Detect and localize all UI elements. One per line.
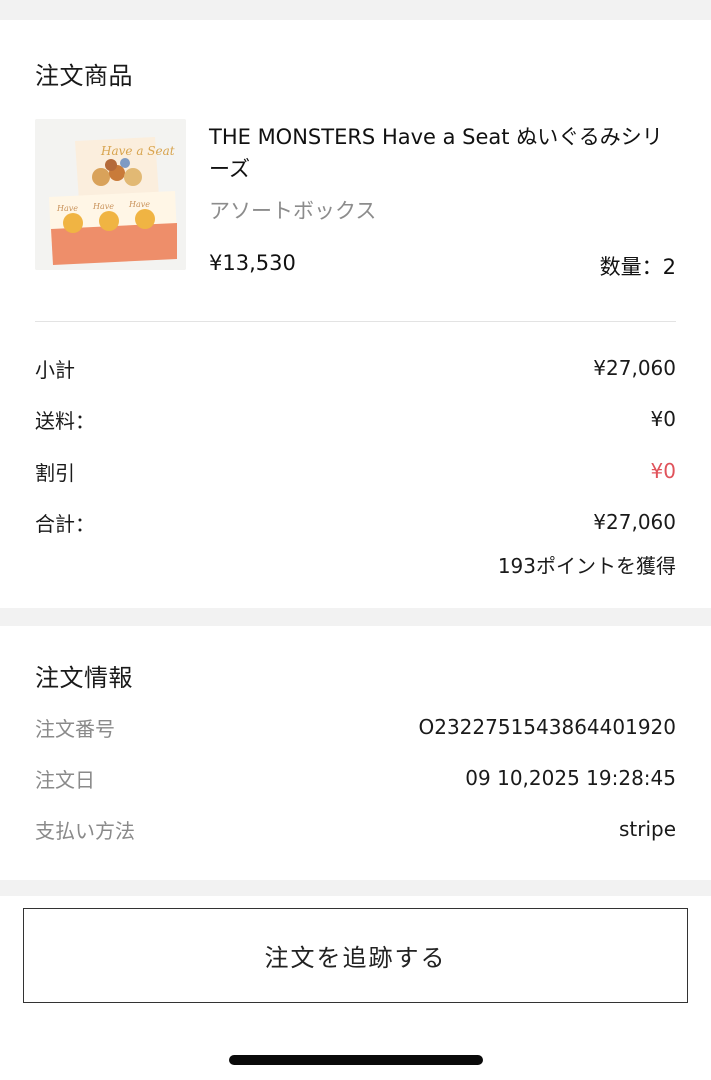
- top-gap: [0, 0, 711, 20]
- total-value: ¥27,060: [593, 510, 676, 534]
- order-number-value[interactable]: O2322751543864401920: [418, 715, 676, 739]
- discount-value: ¥0: [650, 459, 676, 483]
- points-earned: 193ポイントを獲得: [497, 554, 676, 578]
- shipping-label: 送料：: [35, 408, 95, 433]
- payment-method-label: 支払い方法: [35, 818, 135, 843]
- order-info-title: 注文情報: [35, 664, 133, 692]
- payment-method-value: stripe: [618, 817, 676, 841]
- order-info-section: 注文情報 注文番号 O2322751543864401920 注文日 09 10…: [0, 626, 711, 880]
- home-indicator[interactable]: [229, 1055, 483, 1065]
- total-row: 合計： ¥27,060: [35, 507, 676, 537]
- bottom-gap: [0, 880, 711, 896]
- order-date-row: 注文日 09 10,2025 19:28:45: [35, 763, 676, 793]
- order-items-section: 注文商品 Have a Seat Have Have Have THE MONS…: [0, 20, 711, 608]
- product-price: ¥13,530: [209, 251, 296, 275]
- order-date-value: 09 10,2025 19:28:45: [465, 766, 676, 790]
- subtotal-row: 小計 ¥27,060: [35, 353, 676, 383]
- section-gap: [0, 608, 711, 626]
- subtotal-label: 小計: [35, 357, 75, 382]
- product-box-image: Have a Seat Have Have Have: [35, 119, 186, 270]
- svg-text:Have: Have: [128, 200, 150, 209]
- subtotal-value: ¥27,060: [593, 356, 676, 380]
- discount-label: 割引: [35, 460, 75, 485]
- shipping-row: 送料： ¥0: [35, 404, 676, 434]
- order-number-label: 注文番号: [35, 716, 115, 741]
- product-quantity: 数量：2: [599, 255, 676, 279]
- svg-text:Have: Have: [92, 202, 114, 211]
- track-order-button[interactable]: 注文を追跡する: [23, 908, 688, 1003]
- order-date-label: 注文日: [35, 767, 95, 792]
- order-number-row: 注文番号 O2322751543864401920: [35, 712, 676, 742]
- product-variant: アソートボックス: [209, 199, 377, 223]
- product-name[interactable]: THE MONSTERS Have a Seat ぬいぐるみシリーズ: [209, 121, 669, 185]
- shipping-value: ¥0: [650, 407, 676, 431]
- product-thumbnail[interactable]: Have a Seat Have Have Have: [35, 119, 186, 270]
- product-item[interactable]: Have a Seat Have Have Have THE MONSTERS …: [35, 119, 676, 279]
- svg-text:Have: Have: [56, 204, 78, 213]
- discount-row: 割引 ¥0: [35, 456, 676, 486]
- order-items-title: 注文商品: [35, 62, 133, 90]
- thumb-logo-text: Have a Seat: [100, 144, 175, 158]
- divider: [35, 321, 676, 322]
- payment-method-row: 支払い方法 stripe: [35, 814, 676, 844]
- total-label: 合計：: [35, 511, 95, 536]
